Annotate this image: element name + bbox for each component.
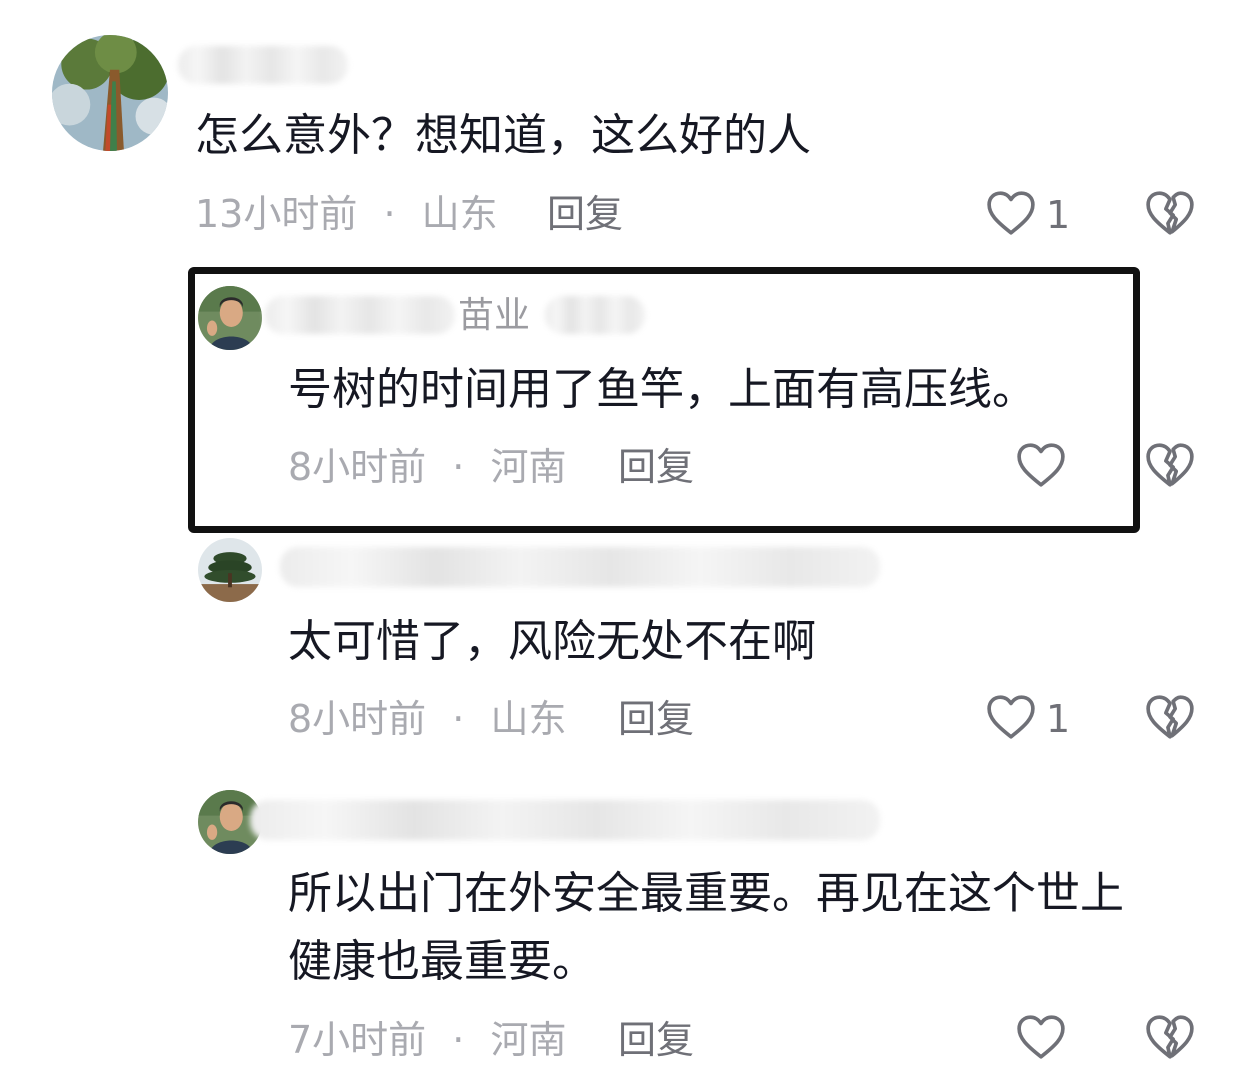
comment-location: 山东 xyxy=(421,192,498,236)
pine-avatar-icon xyxy=(198,538,262,602)
username-blurred[interactable] xyxy=(250,800,880,840)
highlight-frame xyxy=(188,267,1140,533)
avatar[interactable] xyxy=(198,538,262,602)
heart-outline-icon[interactable] xyxy=(1016,1014,1066,1060)
comment-text: 太可惜了，风险无处不在啊 xyxy=(288,616,816,667)
comment-time: 8小时前 xyxy=(288,697,427,741)
comment-text: 怎么意外？想知道，这么好的人 xyxy=(195,110,811,161)
broken-heart-icon[interactable] xyxy=(1145,1014,1195,1060)
comment-location: 河南 xyxy=(490,1018,567,1062)
heart-outline-icon[interactable] xyxy=(986,190,1036,236)
broken-heart-icon[interactable] xyxy=(1145,190,1195,236)
meta-separator: · xyxy=(383,192,396,236)
comment-time: 13小时前 xyxy=(195,192,358,236)
comment-text-line-2: 健康也最重要。 xyxy=(288,936,596,987)
broken-heart-icon[interactable] xyxy=(1145,442,1195,488)
like-count: 1 xyxy=(1046,697,1071,741)
reply-button[interactable]: 回复 xyxy=(547,195,623,233)
comment-meta: 13小时前 · 山东 xyxy=(195,195,498,233)
reply-button[interactable]: 回复 xyxy=(618,1021,694,1059)
username-blurred[interactable] xyxy=(280,547,880,587)
heart-outline-icon[interactable] xyxy=(986,694,1036,740)
comment-text-line-1: 所以出门在外安全最重要。再见在这个世上 xyxy=(288,868,1124,919)
meta-separator: · xyxy=(452,1018,465,1062)
comment-time: 7小时前 xyxy=(288,1018,427,1062)
meta-separator: · xyxy=(452,697,465,741)
comment-location: 山东 xyxy=(490,697,567,741)
like-count: 1 xyxy=(1046,193,1071,237)
comment-meta: 7小时前 · 河南 xyxy=(288,1021,566,1059)
username-blurred[interactable] xyxy=(178,46,348,84)
avatar[interactable] xyxy=(52,35,168,151)
tree-avatar-icon xyxy=(52,35,168,151)
broken-heart-icon[interactable] xyxy=(1145,694,1195,740)
comment-meta: 8小时前 · 山东 xyxy=(288,700,566,738)
reply-button[interactable]: 回复 xyxy=(618,700,694,738)
